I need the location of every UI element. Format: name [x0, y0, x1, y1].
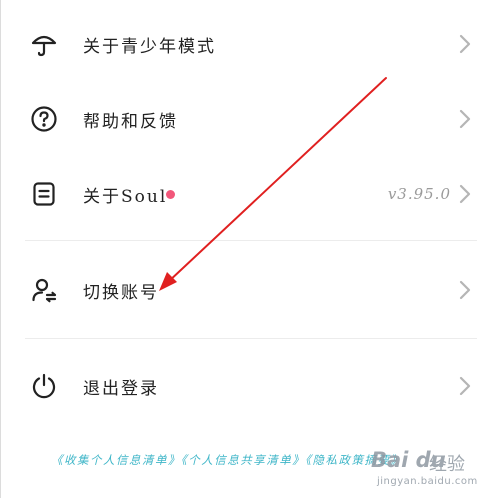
menu-item-label: 关于青少年模式	[83, 36, 216, 57]
power-icon	[29, 371, 59, 401]
question-circle-icon	[29, 104, 59, 134]
menu-item-label: 关于Soul	[83, 186, 168, 207]
chevron-right-icon	[459, 376, 471, 396]
watermark-url: jingyan.baidu.com	[377, 476, 478, 487]
chevron-right-icon	[459, 280, 471, 300]
chevron-right-icon	[459, 109, 471, 129]
menu-item-teen-mode[interactable]: 关于青少年模式	[25, 14, 477, 74]
section-divider	[25, 338, 477, 339]
section-divider	[25, 240, 477, 241]
settings-screen: 关于青少年模式 帮助和反馈 关于Soul v3.95.0 切换账号 退出登录 《…	[0, 0, 500, 498]
chevron-right-icon	[459, 184, 471, 204]
menu-item-switch-account[interactable]: 切换账号	[25, 260, 477, 320]
menu-item-help-feedback[interactable]: 帮助和反馈	[25, 89, 477, 149]
menu-item-label: 切换账号	[83, 282, 159, 303]
document-icon	[29, 179, 59, 209]
switch-account-icon	[29, 275, 59, 305]
menu-item-label: 帮助和反馈	[83, 111, 178, 132]
umbrella-icon	[29, 29, 59, 59]
menu-item-about-soul[interactable]: 关于Soul v3.95.0	[25, 164, 477, 224]
version-text: v3.95.0	[387, 185, 451, 203]
baidu-jingyan-watermark: Bai du 经验 jingyan.baidu.com	[357, 440, 487, 494]
watermark-logo-cn: 经验	[429, 454, 465, 475]
new-badge-dot	[166, 190, 175, 199]
menu-item-logout[interactable]: 退出登录	[25, 356, 477, 416]
menu-item-label: 退出登录	[83, 378, 159, 399]
chevron-right-icon	[459, 34, 471, 54]
annotation-arrow	[159, 77, 387, 291]
